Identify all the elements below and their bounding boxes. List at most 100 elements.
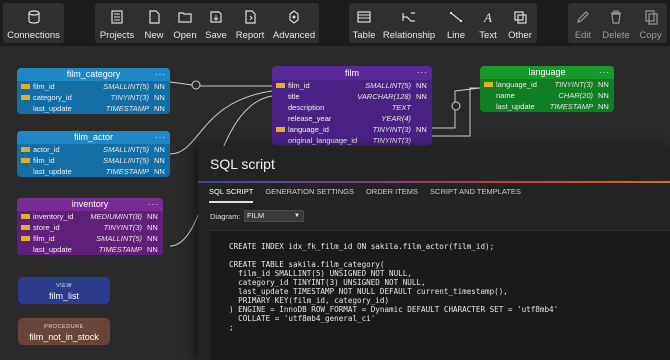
sql-code-area[interactable]: CREATE INDEX idx_fk_film_id ON sakila.fi… xyxy=(211,230,670,360)
save-label: Save xyxy=(205,30,227,41)
table-menu[interactable]: ··· xyxy=(155,68,166,81)
column-row[interactable]: last_update TIMESTAMP NN xyxy=(17,166,170,177)
column-row[interactable]: name CHAR(20) NN xyxy=(480,90,614,101)
column-name: name xyxy=(496,91,515,100)
table-language[interactable]: language ··· language_id TINYINT(3) NN name… xyxy=(480,66,614,112)
table-inventory[interactable]: inventory ··· inventory_id MEDIUMINT(8) NN … xyxy=(17,198,163,255)
report-label: Report xyxy=(235,30,265,41)
diagram-select-value: FILM xyxy=(247,211,265,220)
tab-sql-script[interactable]: SQL SCRIPT xyxy=(209,187,254,203)
trash-icon xyxy=(607,8,625,25)
line-label: Line xyxy=(447,30,465,41)
table-menu[interactable]: ··· xyxy=(417,66,428,80)
column-row[interactable]: release_year YEAR(4) xyxy=(272,113,432,124)
procedure-film-not-in-stock[interactable]: PROCEDURE film_not_in_stock xyxy=(18,318,110,345)
primary-foreign-key-icon xyxy=(21,95,30,100)
copy-icon xyxy=(642,8,660,25)
diagram-select[interactable]: FILM ▼ xyxy=(244,210,304,222)
column-type: CHAR(20) xyxy=(558,91,593,100)
column-row[interactable]: description TEXT xyxy=(272,102,432,113)
column-nn: NN xyxy=(154,93,165,102)
column-type: SMALLINT(5) xyxy=(96,234,142,243)
column-row[interactable]: original_language_id TINYINT(3) xyxy=(272,135,432,146)
table-film[interactable]: film ··· film_id SMALLINT(5) NN title VARCHA… xyxy=(272,66,432,146)
column-row[interactable]: film_id SMALLINT(5) NN xyxy=(17,81,170,92)
open-button[interactable]: Open xyxy=(169,3,201,43)
foreign-key-icon xyxy=(21,225,30,230)
tab-script-and-templates[interactable]: SCRIPT AND TEMPLATES xyxy=(430,187,533,203)
projects-label: Projects xyxy=(99,30,135,41)
table-menu[interactable]: ··· xyxy=(155,131,166,144)
column-name: original_language_id xyxy=(288,136,358,145)
other-button[interactable]: Other xyxy=(503,3,537,43)
column-row[interactable]: film_id SMALLINT(5) NN xyxy=(17,155,170,166)
text-button[interactable]: A Text xyxy=(473,3,503,43)
column-row[interactable]: title VARCHAR(128) NN xyxy=(272,91,432,102)
column-name: release_year xyxy=(288,114,332,123)
table-film-actor[interactable]: film_actor ··· actor_id SMALLINT(5) NN film… xyxy=(17,131,170,177)
column-type: SMALLINT(5) xyxy=(365,81,411,90)
column-type: MEDIUMINT(8) xyxy=(90,212,142,221)
column-row[interactable]: last_update TIMESTAMP NN xyxy=(17,244,163,255)
table-button[interactable]: Table xyxy=(349,3,379,43)
relationship-label: Relationship xyxy=(382,30,436,41)
table-menu[interactable]: ··· xyxy=(148,198,159,211)
folder-icon xyxy=(176,8,194,25)
line-button[interactable]: Line xyxy=(439,3,473,43)
new-file-icon xyxy=(145,8,163,25)
tab-order-items[interactable]: ORDER ITEMS xyxy=(366,187,430,203)
save-button[interactable]: Save xyxy=(201,3,231,43)
pencil-icon xyxy=(574,8,592,25)
sql-code: CREATE INDEX idx_fk_film_id ON sakila.fi… xyxy=(229,242,559,332)
column-row[interactable]: film_id SMALLINT(5) NN xyxy=(272,80,432,91)
column-type: TIMESTAMP xyxy=(105,167,149,176)
toolbar: Connections Projects New Open Save Repor… xyxy=(0,0,670,46)
column-type: SMALLINT(5) xyxy=(103,82,149,91)
table-film-category[interactable]: film_category ··· film_id SMALLINT(5) NN ca… xyxy=(17,68,170,114)
column-type: TINYINT(3) xyxy=(372,125,411,134)
table-menu[interactable]: ··· xyxy=(599,66,610,79)
column-row[interactable]: film_id SMALLINT(5) NN xyxy=(17,233,163,244)
column-name: last_update xyxy=(33,245,72,254)
column-nn: NN xyxy=(154,156,165,165)
edit-button[interactable]: Edit xyxy=(568,3,598,43)
copy-button[interactable]: Copy xyxy=(634,3,667,43)
view-kind: VIEW xyxy=(55,283,73,289)
delete-button[interactable]: Delete xyxy=(598,3,634,43)
column-row[interactable]: store_id TINYINT(3) NN xyxy=(17,222,163,233)
dialog-tabs: SQL SCRIPT GENERATION SETTINGS ORDER ITE… xyxy=(209,187,533,203)
new-label: New xyxy=(144,30,164,41)
column-nn: NN xyxy=(416,81,427,90)
column-nn: NN xyxy=(147,245,158,254)
chevron-down-icon: ▼ xyxy=(294,213,300,219)
new-button[interactable]: New xyxy=(139,3,169,43)
diagram-label: Diagram: xyxy=(210,212,241,221)
relationship-button[interactable]: Relationship xyxy=(379,3,439,43)
tab-generation-settings[interactable]: GENERATION SETTINGS xyxy=(265,187,366,203)
column-row[interactable]: language_id TINYINT(3) NN xyxy=(480,79,614,90)
other-icon xyxy=(511,8,529,25)
connections-button[interactable]: Connections xyxy=(3,3,64,43)
column-row[interactable]: category_id TINYINT(3) NN xyxy=(17,92,170,103)
column-row[interactable]: last_update TIMESTAMP NN xyxy=(17,103,170,114)
report-button[interactable]: Report xyxy=(231,3,269,43)
column-row[interactable]: language_id TINYINT(3) NN xyxy=(272,124,432,135)
column-type: TIMESTAMP xyxy=(98,245,142,254)
primary-foreign-key-icon xyxy=(21,84,30,89)
column-type: TINYINT(3) xyxy=(372,136,411,145)
table-name: film_actor xyxy=(73,132,113,142)
table-name: language xyxy=(528,67,566,77)
column-type: YEAR(4) xyxy=(381,114,411,123)
column-row[interactable]: inventory_id MEDIUMINT(8) NN xyxy=(17,211,163,222)
save-icon xyxy=(207,8,225,25)
projects-button[interactable]: Projects xyxy=(95,3,139,43)
toolbar-group-connections: Connections xyxy=(3,3,64,43)
column-nn: NN xyxy=(147,212,158,221)
delete-label: Delete xyxy=(602,30,630,41)
column-row[interactable]: last_update TIMESTAMP NN xyxy=(480,101,614,112)
column-row[interactable]: actor_id SMALLINT(5) NN xyxy=(17,144,170,155)
advanced-button[interactable]: Advanced xyxy=(269,3,319,43)
column-name: last_update xyxy=(33,104,72,113)
column-name: description xyxy=(288,103,325,112)
view-film-list[interactable]: VIEW film_list xyxy=(18,277,110,304)
